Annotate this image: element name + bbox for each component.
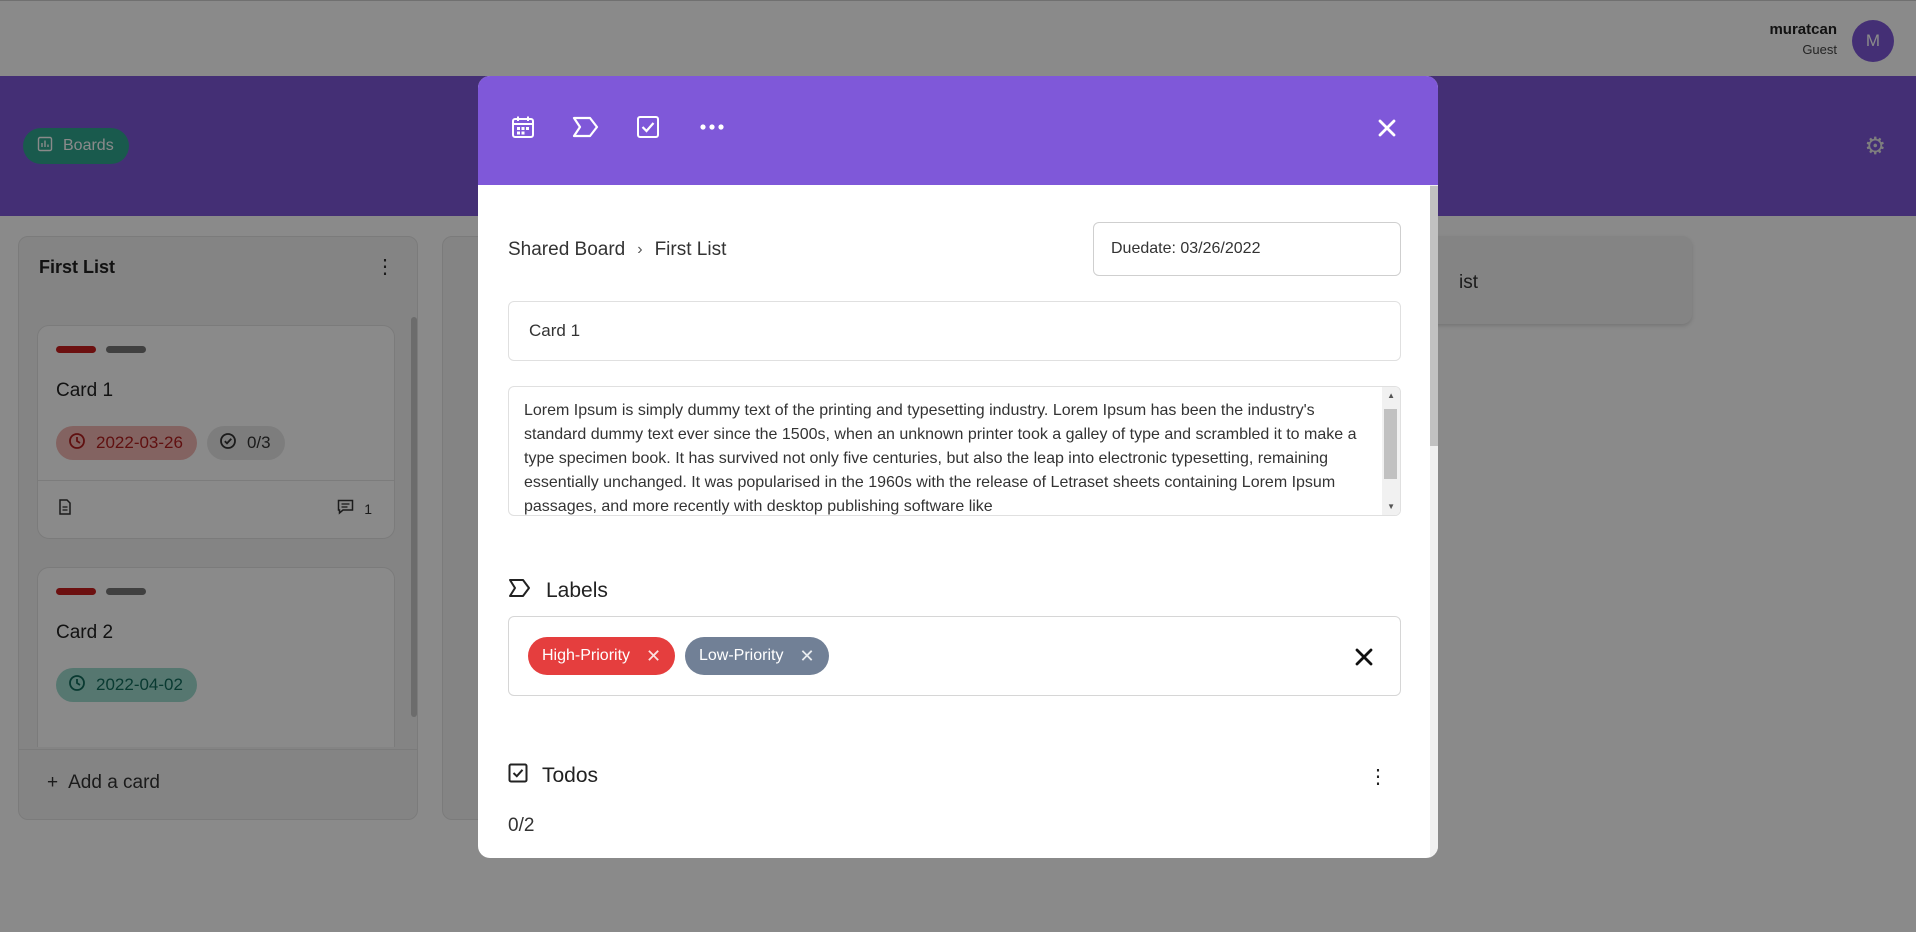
due-date-field[interactable] (1093, 222, 1401, 276)
card-detail-modal: Shared Board › First List Lorem Ipsum is… (478, 76, 1438, 858)
checkbox-icon[interactable] (633, 112, 663, 142)
calendar-icon[interactable] (508, 112, 538, 142)
todos-heading: Todos (542, 764, 599, 787)
todos-section-header: Todos (508, 763, 598, 789)
scroll-down-icon[interactable]: ▼ (1387, 502, 1395, 511)
description-field[interactable]: Lorem Ipsum is simply dummy text of the … (508, 386, 1401, 516)
checkbox-icon (508, 763, 528, 789)
description-text: Lorem Ipsum is simply dummy text of the … (524, 402, 1357, 515)
label-tag-low-priority: Low-Priority ✕ (685, 637, 829, 675)
label-tag-text: High-Priority (542, 647, 631, 664)
labels-heading: Labels (546, 579, 608, 602)
remove-label-icon[interactable]: ✕ (646, 646, 661, 667)
label-icon[interactable] (571, 112, 601, 142)
breadcrumb-list[interactable]: First List (655, 239, 727, 261)
more-horizontal-icon[interactable] (697, 112, 727, 142)
labels-select[interactable]: High-Priority ✕ Low-Priority ✕ (508, 616, 1401, 696)
todos-menu-icon[interactable]: ⋮ (1368, 764, 1388, 789)
todo-progress: 0/2 (508, 815, 535, 836)
modal-header (478, 76, 1438, 185)
label-tag-high-priority: High-Priority ✕ (528, 637, 676, 675)
card-title-field[interactable] (508, 301, 1401, 361)
chevron-right-icon: › (637, 241, 643, 258)
scroll-up-icon[interactable]: ▲ (1387, 391, 1395, 400)
label-icon (508, 578, 532, 604)
clear-labels-icon[interactable] (1354, 643, 1374, 674)
labels-section-header: Labels (508, 578, 608, 604)
breadcrumb: Shared Board › First List (508, 239, 726, 261)
close-icon[interactable] (1372, 113, 1402, 143)
label-tag-text: Low-Priority (699, 647, 784, 664)
modal-scrollbar-thumb[interactable] (1430, 186, 1438, 446)
breadcrumb-board[interactable]: Shared Board (508, 239, 625, 261)
description-scroll-thumb[interactable] (1384, 409, 1397, 479)
remove-label-icon[interactable]: ✕ (799, 646, 814, 667)
description-scrollbar[interactable]: ▲ ▼ (1382, 387, 1400, 515)
